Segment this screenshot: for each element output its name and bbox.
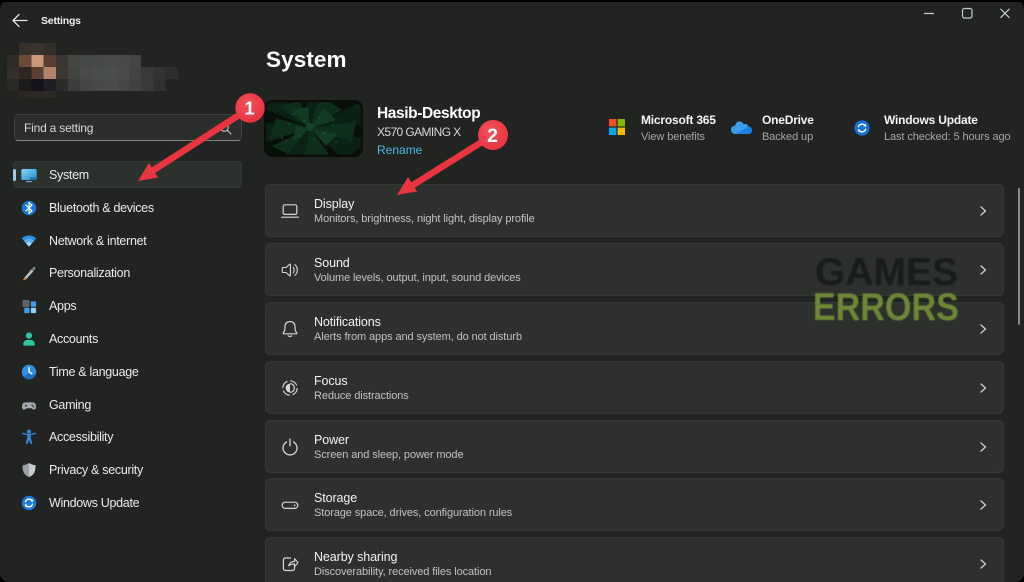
svg-text:1: 1 <box>244 98 254 119</box>
svg-text:2: 2 <box>487 125 498 147</box>
